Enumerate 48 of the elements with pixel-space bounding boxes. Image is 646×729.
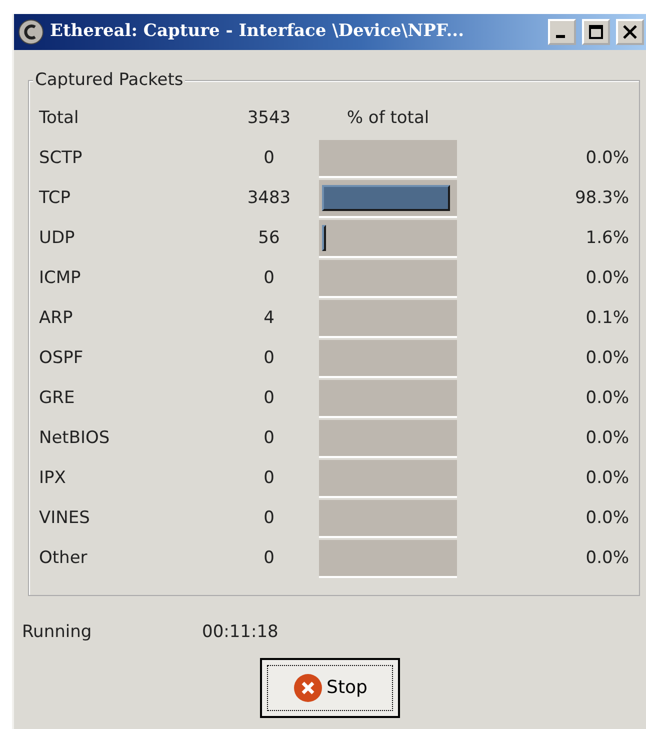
packet-count: 0 bbox=[262, 427, 276, 450]
row-label: TCP bbox=[39, 187, 72, 210]
stop-icon bbox=[292, 672, 323, 702]
close-button[interactable] bbox=[616, 19, 644, 45]
packet-count: 4 bbox=[262, 307, 276, 330]
maximize-button[interactable] bbox=[582, 19, 610, 45]
row-label: GRE bbox=[39, 387, 76, 410]
minimize-icon bbox=[556, 35, 565, 38]
packet-count: 0 bbox=[262, 387, 276, 410]
row-label: ARP bbox=[39, 307, 74, 330]
row-label: Other bbox=[39, 547, 88, 570]
packet-count: 0 bbox=[262, 267, 276, 290]
percent-value: 0.1% bbox=[584, 307, 629, 330]
row-label: UDP bbox=[39, 227, 76, 250]
app-icon bbox=[18, 19, 44, 45]
elapsed-time: 00:11:18 bbox=[202, 621, 278, 644]
row-label: SCTP bbox=[39, 147, 84, 170]
percent-value: 0.0% bbox=[584, 427, 629, 450]
stop-button[interactable]: Stop bbox=[260, 658, 400, 718]
percent-value: 98.3% bbox=[574, 187, 629, 210]
row-label: IPX bbox=[39, 467, 67, 490]
packet-count: 56 bbox=[257, 227, 281, 250]
percent-value: 1.6% bbox=[584, 227, 629, 250]
percent-value: 0.0% bbox=[584, 467, 629, 490]
percent-value: 0.0% bbox=[584, 267, 629, 290]
column-heading: % of total bbox=[346, 107, 430, 130]
packet-count: 0 bbox=[262, 467, 276, 490]
row-label: OSPF bbox=[39, 347, 84, 370]
percent-value: 0.0% bbox=[584, 387, 629, 410]
packet-count: 0 bbox=[262, 507, 276, 530]
minimize-button[interactable] bbox=[548, 19, 576, 45]
window-title: Ethereal: Capture - Interface \Device\NPF... bbox=[50, 20, 466, 44]
percent-value: 0.0% bbox=[584, 147, 629, 170]
packet-count: 3483 bbox=[246, 187, 292, 210]
packet-count: 0 bbox=[262, 547, 276, 570]
row-label: NetBIOS bbox=[39, 427, 111, 450]
close-icon bbox=[622, 24, 638, 40]
maximize-icon bbox=[588, 24, 604, 40]
packet-count: 0 bbox=[262, 147, 276, 170]
row-label: VINES bbox=[39, 507, 91, 530]
percent-value: 0.0% bbox=[584, 347, 629, 370]
status-label: Running bbox=[22, 621, 93, 644]
row-label: ICMP bbox=[39, 267, 82, 290]
packet-count: 3543 bbox=[246, 107, 292, 130]
percent-value: 0.0% bbox=[584, 547, 629, 570]
percent-value: 0.0% bbox=[584, 507, 629, 530]
row-label: Total bbox=[39, 107, 80, 130]
packet-count: 0 bbox=[262, 347, 276, 370]
